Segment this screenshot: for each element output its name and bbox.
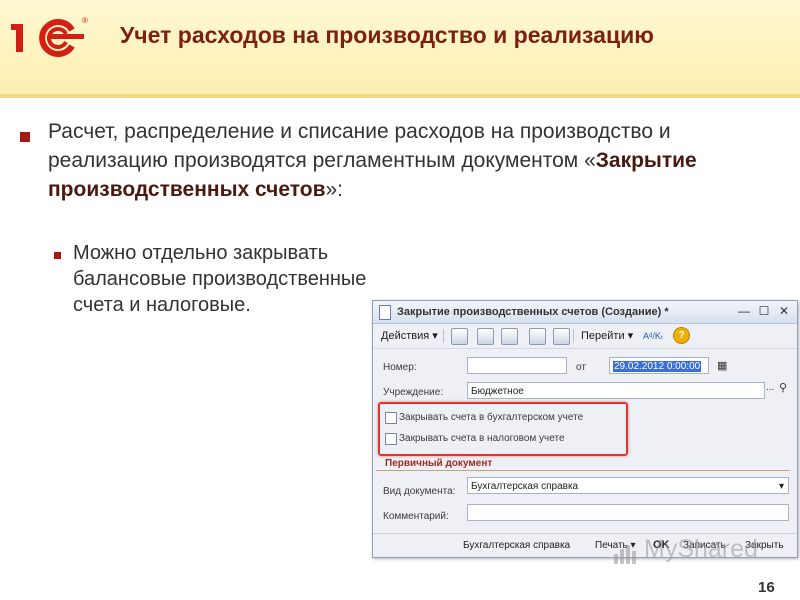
institution-field[interactable]: Бюджетное (467, 382, 765, 399)
doc-type-select[interactable]: Бухгалтерская справка ▾ (467, 477, 789, 494)
goto-menu[interactable]: Перейти ▾ (581, 328, 633, 344)
document-icon (379, 305, 391, 320)
comment-field[interactable] (467, 504, 789, 521)
close-icon[interactable]: ✕ (777, 304, 791, 318)
institution-label: Учреждение: (383, 387, 444, 398)
1c-logo: ® (11, 16, 88, 57)
unpost-icon[interactable] (477, 328, 494, 345)
movements-icon[interactable] (553, 328, 570, 345)
svg-text:®: ® (82, 16, 88, 25)
ellipsis-button[interactable]: ... (766, 382, 774, 393)
from-label: от (576, 362, 586, 373)
actions-label: Действия (381, 330, 430, 342)
toolbar-separator (573, 329, 574, 343)
sub-paragraph: Можно отдельно закрывать балансовые прои… (73, 242, 367, 316)
refresh-icon[interactable] (501, 328, 518, 345)
header-divider (0, 94, 800, 98)
help-icon[interactable]: ? (673, 327, 690, 344)
chevron-down-icon: ▾ (778, 481, 784, 492)
watermark-text: MyShared (644, 535, 758, 563)
toolbar-separator (443, 329, 444, 343)
doc-type-label: Вид документа: (383, 486, 456, 497)
main-paragraph: Расчет, распределение и списание расходо… (48, 117, 778, 204)
search-icon[interactable]: ⚲ (779, 381, 787, 394)
report-link[interactable]: Бухгалтерская справка (463, 540, 570, 551)
date-value: 29.02.2012 0:00:00 (613, 361, 702, 372)
window-titlebar[interactable]: Закрытие производственных счетов (Создан… (373, 301, 797, 324)
window-title: Закрытие производственных счетов (Создан… (397, 306, 669, 318)
main-text-part2: »: (325, 178, 344, 201)
minimize-icon[interactable]: — (737, 304, 751, 318)
number-label: Номер: (383, 362, 417, 373)
dt-kt-icon[interactable]: Aᵈ/Kₜ (643, 328, 664, 344)
sub-bullet-marker (54, 252, 61, 259)
post-icon[interactable] (451, 328, 468, 345)
doc-type-value: Бухгалтерская справка (471, 481, 579, 492)
section-divider (376, 470, 790, 471)
primary-document-section: Первичный документ (385, 458, 493, 469)
main-text-part1: Расчет, распределение и списание расходо… (48, 120, 671, 172)
goto-label: Перейти (581, 330, 625, 342)
actions-menu[interactable]: Действия ▾ (381, 328, 438, 344)
calendar-icon[interactable]: ▦ (717, 359, 729, 372)
maximize-icon[interactable]: ☐ (757, 304, 771, 318)
page-number: 16 (758, 579, 775, 596)
highlight-frame (378, 402, 628, 456)
structure-icon[interactable] (529, 328, 546, 345)
slide-title: Учет расходов на производство и реализац… (120, 22, 654, 48)
date-field[interactable]: 29.02.2012 0:00:00 (609, 357, 709, 374)
number-field[interactable] (467, 357, 567, 374)
window-toolbar: Действия ▾ Перейти ▾ Aᵈ/Kₜ (373, 324, 797, 349)
watermark-icon (614, 545, 636, 564)
comment-label: Комментарий: (383, 511, 449, 522)
bullet-marker (20, 132, 30, 142)
